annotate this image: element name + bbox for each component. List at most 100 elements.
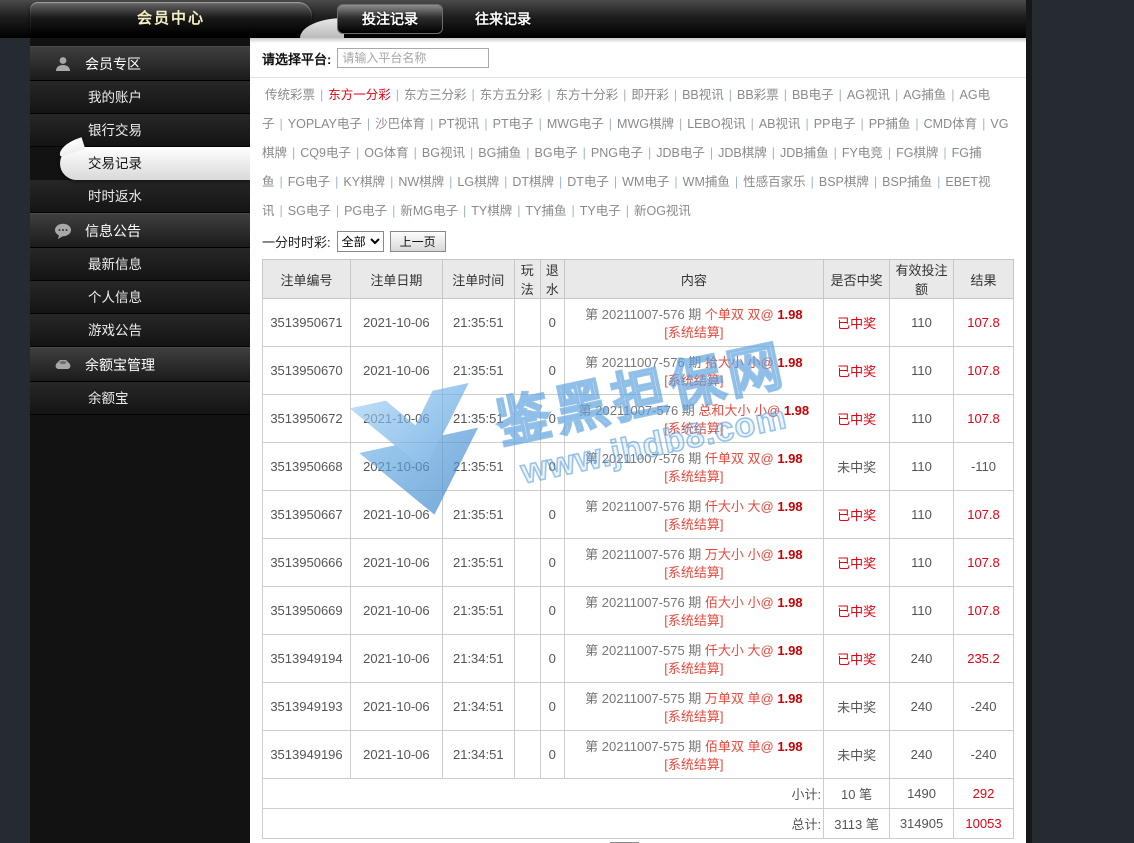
cell-result: 107.8 [954, 299, 1014, 347]
platform-link[interactable]: 东方五分彩 [480, 88, 543, 102]
cell-win-status: 未中奖 [824, 731, 890, 779]
platform-link[interactable]: TY捕鱼 [526, 204, 567, 218]
sidebar-item[interactable]: 时时返水 [30, 180, 250, 213]
platform-link[interactable]: NW棋牌 [398, 175, 444, 189]
separator: | [648, 146, 651, 160]
platform-link[interactable]: YOPLAY电子 [288, 117, 362, 131]
divider [250, 77, 1026, 78]
sidebar-item[interactable]: 交易记录 [60, 147, 250, 180]
cell-date: 2021-10-06 [350, 683, 442, 731]
cell-rebate: 0 [540, 491, 564, 539]
platform-link[interactable]: 东方一分彩 [328, 88, 391, 102]
table-row: 35139506702021-10-0621:35:510第 20211007-… [263, 347, 1014, 395]
platform-link[interactable]: PG电子 [344, 204, 387, 218]
platform-link[interactable]: PNG电子 [591, 146, 643, 160]
sidebar-section-header[interactable]: 余额宝管理 [30, 347, 250, 382]
cell-result: 235.2 [954, 635, 1014, 683]
cell-play [514, 587, 540, 635]
bet-period: 第 20211007-575 期 [585, 739, 705, 754]
platform-link[interactable]: 新MG电子 [400, 204, 458, 218]
sidebar-item[interactable]: 个人信息 [30, 281, 250, 314]
cell-valid-amount: 110 [890, 299, 954, 347]
platform-search-input[interactable] [337, 48, 489, 68]
separator: | [784, 88, 787, 102]
platform-link[interactable]: 沙巴体育 [375, 117, 425, 131]
table-row: 35139491962021-10-0621:34:510第 20211007-… [263, 731, 1014, 779]
platform-link[interactable]: KY棋牌 [343, 175, 385, 189]
cell-win-status: 已中奖 [824, 347, 890, 395]
sidebar-item[interactable]: 余额宝 [30, 382, 250, 415]
tab[interactable]: 往来记录 [451, 4, 555, 34]
cell-valid-amount: 110 [890, 347, 954, 395]
platform-link[interactable]: CMD体育 [924, 117, 977, 131]
platform-link[interactable]: AG捕鱼 [903, 88, 946, 102]
platform-link[interactable]: TY电子 [580, 204, 621, 218]
platform-link[interactable]: 新OG视讯 [634, 204, 691, 218]
tab[interactable]: 投注记录 [337, 4, 443, 34]
cell-play [514, 683, 540, 731]
sidebar-item[interactable]: 银行交易 [30, 114, 250, 147]
platform-link[interactable]: FY电竞 [842, 146, 883, 160]
bet-detail: 仟大小 大@ [705, 643, 777, 658]
platform-link[interactable]: PP电子 [814, 117, 856, 131]
member-center-banner: 会员中心 [30, 2, 312, 35]
status-filter-select[interactable]: 全部 [337, 231, 384, 252]
platform-link[interactable]: PT电子 [493, 117, 534, 131]
platform-link[interactable]: DT电子 [567, 175, 609, 189]
platform-link[interactable]: FG棋牌 [896, 146, 938, 160]
platform-link[interactable]: LEBO视讯 [687, 117, 745, 131]
bet-line: 第 20211007-576 期 拾大小 小@ 1.98 [567, 353, 821, 372]
platform-link[interactable]: LG棋牌 [457, 175, 499, 189]
platform-link[interactable]: JDB捕鱼 [780, 146, 829, 160]
bet-period: 第 20211007-575 期 [585, 643, 705, 658]
sidebar-section-header[interactable]: 会员专区 [30, 46, 250, 81]
platform-link[interactable]: 性感百家乐 [743, 175, 806, 189]
main-content: 请选择平台: 传统彩票|东方一分彩|东方三分彩|东方五分彩|东方十分彩|即开彩|… [250, 38, 1026, 843]
platform-link[interactable]: BB视讯 [682, 88, 724, 102]
platform-link[interactable]: DT棋牌 [512, 175, 554, 189]
cell-result: -240 [954, 731, 1014, 779]
platform-link[interactable]: MWG电子 [547, 117, 604, 131]
platform-link[interactable]: BB电子 [792, 88, 834, 102]
platform-link[interactable]: 即开彩 [631, 88, 669, 102]
platform-link[interactable]: JDB棋牌 [718, 146, 767, 160]
sidebar-item[interactable]: 最新信息 [30, 248, 250, 281]
platform-link[interactable]: WM电子 [622, 175, 669, 189]
cell-time: 21:34:51 [442, 635, 514, 683]
cell-content: 第 20211007-576 期 万大小 小@ 1.98[系统结算] [564, 539, 823, 587]
platform-link[interactable]: PT视讯 [438, 117, 479, 131]
sidebar-item[interactable]: 我的账户 [30, 81, 250, 114]
platform-link[interactable]: 东方十分彩 [556, 88, 619, 102]
bet-odds: 1.98 [777, 595, 802, 610]
settle-tag: [系统结算] [567, 420, 821, 437]
platform-link[interactable]: AB视讯 [759, 117, 801, 131]
subtotal-amount: 1490 [890, 779, 954, 809]
platform-link[interactable]: BSP棋牌 [819, 175, 869, 189]
sidebar-section-title: 信息公告 [85, 221, 141, 241]
game-type-label: 一分时时彩: [262, 232, 331, 251]
platform-link[interactable]: BG捕鱼 [478, 146, 521, 160]
platform-link[interactable]: CQ9电子 [300, 146, 351, 160]
platform-link[interactable]: BG视讯 [422, 146, 465, 160]
separator: | [390, 175, 393, 189]
platform-select-label: 请选择平台: [262, 49, 331, 68]
platform-link[interactable]: TY棋牌 [471, 204, 512, 218]
column-header: 注单日期 [350, 260, 442, 299]
platform-link[interactable]: 传统彩票 [265, 88, 315, 102]
platform-link[interactable]: MWG棋牌 [617, 117, 674, 131]
sidebar-section-header[interactable]: 信息公告 [30, 213, 250, 248]
platform-link[interactable]: BSP捕鱼 [882, 175, 932, 189]
platform-link[interactable]: AG视讯 [847, 88, 890, 102]
sidebar-item[interactable]: 游戏公告 [30, 314, 250, 347]
platform-link[interactable]: PP捕鱼 [869, 117, 911, 131]
platform-link[interactable]: 东方三分彩 [404, 88, 467, 102]
platform-link[interactable]: OG体育 [364, 146, 408, 160]
platform-link[interactable]: WM捕鱼 [683, 175, 730, 189]
platform-link[interactable]: JDB电子 [656, 146, 705, 160]
platform-link[interactable]: FG电子 [288, 175, 330, 189]
platform-link[interactable]: BG电子 [535, 146, 578, 160]
prev-page-button[interactable]: 上一页 [390, 231, 446, 252]
platform-link[interactable]: SG电子 [288, 204, 331, 218]
bet-detail: 万单双 单@ [705, 691, 777, 706]
platform-link[interactable]: BB彩票 [737, 88, 779, 102]
